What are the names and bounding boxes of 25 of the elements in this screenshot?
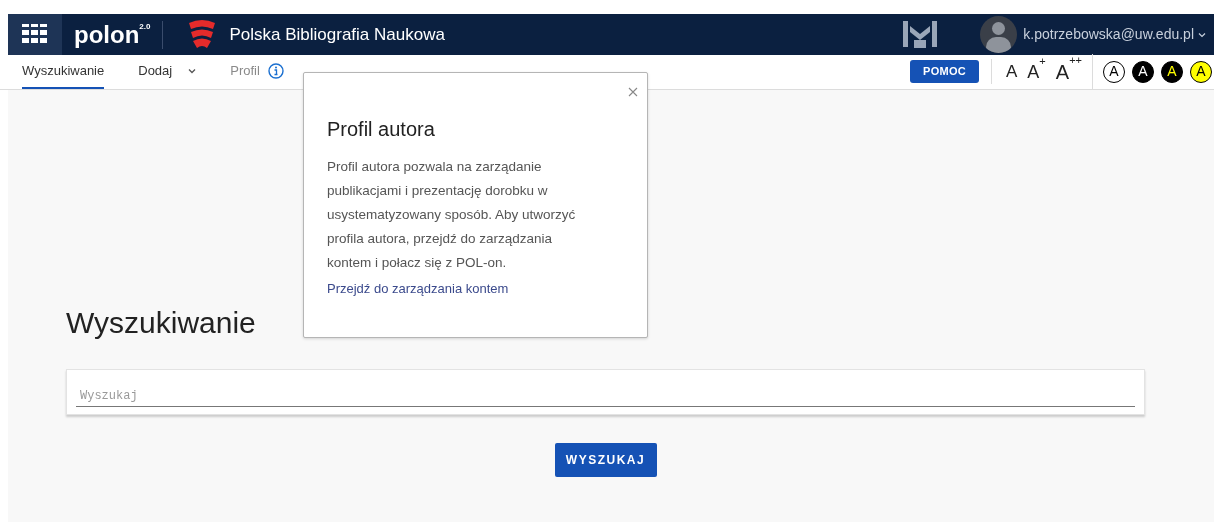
account-link[interactable]: Przejdź do zarządzania kontem xyxy=(327,279,509,299)
page-heading: Wyszukiwanie xyxy=(66,308,257,338)
search-button[interactable]: WYSZUKAJ xyxy=(554,443,657,477)
grid-icon xyxy=(22,23,48,46)
close-icon xyxy=(628,87,638,97)
caret-icon xyxy=(1198,31,1206,38)
contrast-button[interactable]: A xyxy=(1161,60,1183,83)
contrast-button[interactable]: A xyxy=(1103,60,1125,83)
help-button[interactable]: POMOC xyxy=(910,60,979,83)
app-title: Polska Bibliografia Naukowa xyxy=(229,23,445,46)
contrast-button[interactable]: A xyxy=(1190,60,1212,83)
avatar-icon xyxy=(980,16,1018,53)
search-field[interactable]: Wyszukaj xyxy=(66,369,1145,415)
user-menu[interactable]: k.potrzebowska@uw.edu.pl xyxy=(1023,24,1206,45)
popover-title: Profil autora xyxy=(327,119,436,139)
caret-icon xyxy=(188,67,197,74)
popover-text: Profil autora pozwala na zarządanie publikacjami i prezentację dorobku w usystematyzowany sposób. Aby utworzyć profila autora, przejdź do zarządzania kontem i połacz się z POL-on. xyxy=(327,158,577,272)
apps-menu-button[interactable] xyxy=(8,14,62,55)
info-icon xyxy=(267,62,284,79)
nav-tab[interactable]: Dodaj xyxy=(138,54,197,89)
font-size-button[interactable]: A xyxy=(1006,63,1018,80)
contrast-button[interactable]: A xyxy=(1132,60,1154,83)
close-button[interactable] xyxy=(626,85,640,99)
logo-version: 2.0 xyxy=(139,22,151,31)
logo-text: polon xyxy=(74,22,140,47)
